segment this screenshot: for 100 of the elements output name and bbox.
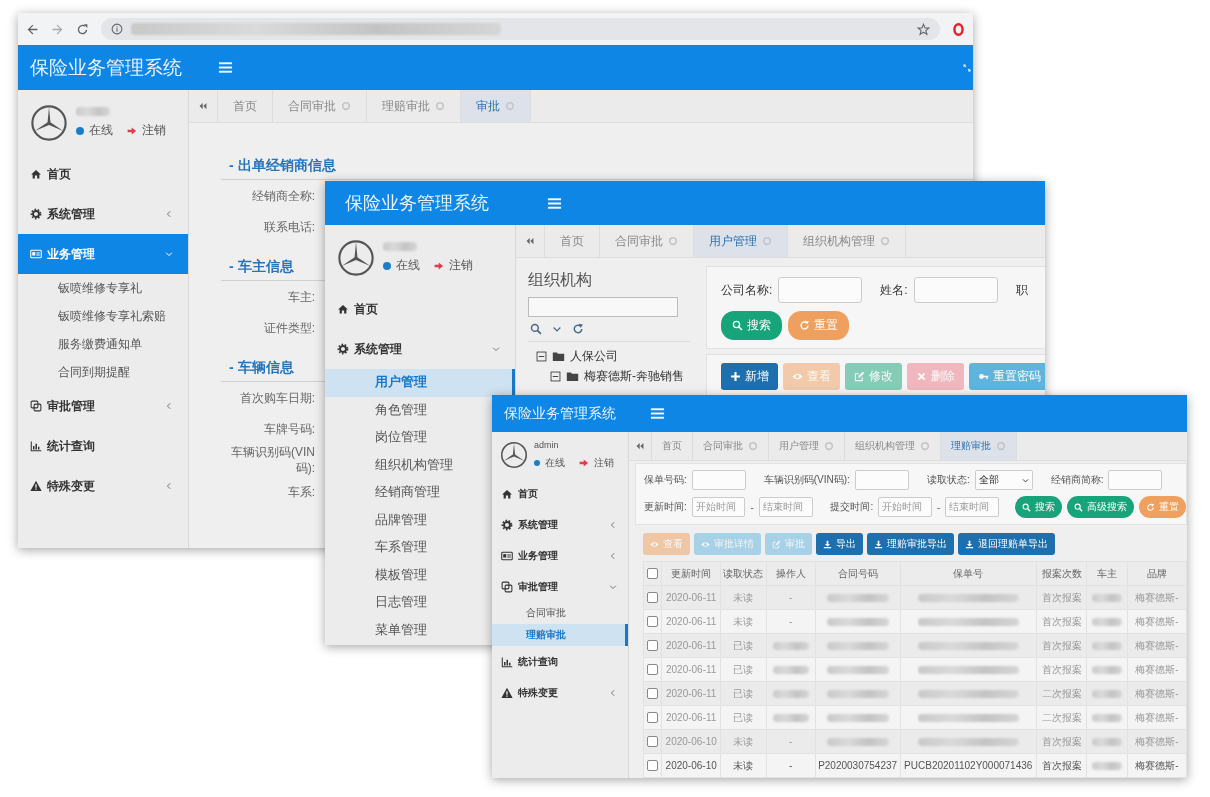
back-button[interactable] xyxy=(26,22,39,36)
checkbox[interactable] xyxy=(647,592,659,604)
tab[interactable]: 审批 xyxy=(461,90,531,122)
action-button[interactable]: 理赔审批导出 xyxy=(867,533,954,555)
sidebar-item[interactable]: 业务管理 xyxy=(492,540,628,571)
input-field[interactable] xyxy=(1108,470,1163,490)
sidebar-subitem[interactable]: 合同到期提醒 xyxy=(18,358,130,386)
tab[interactable]: 首页 xyxy=(652,432,693,460)
sidebar-item[interactable]: 系统管理 xyxy=(18,194,188,234)
column-header[interactable]: 保单号 xyxy=(900,561,1037,586)
column-header[interactable]: 读取状态 xyxy=(720,561,767,586)
tree-search-field[interactable] xyxy=(528,297,678,317)
checkbox[interactable] xyxy=(647,760,659,772)
checkbox[interactable] xyxy=(647,640,659,652)
action-button[interactable]: 搜索 xyxy=(721,311,782,340)
close-tab-icon[interactable] xyxy=(762,236,772,246)
sidebar-subitem[interactable]: 模板管理 xyxy=(325,561,427,589)
sidebar-subitem[interactable]: 角色管理 xyxy=(325,396,427,424)
forward-button[interactable] xyxy=(51,22,64,36)
folder-icon xyxy=(552,349,565,363)
checkbox[interactable] xyxy=(647,712,659,724)
minus-box-icon[interactable] xyxy=(536,350,547,362)
tab[interactable]: 组织机构管理 xyxy=(788,225,906,257)
sidebar-subitem[interactable]: 岗位管理 xyxy=(325,424,427,452)
close-tab-icon[interactable] xyxy=(880,236,890,246)
checkbox[interactable] xyxy=(647,568,659,580)
select-field[interactable]: 全部 xyxy=(974,470,1033,490)
checkbox[interactable] xyxy=(647,688,659,700)
tab[interactable]: 用户管理 xyxy=(769,432,845,460)
input-field[interactable] xyxy=(691,470,746,490)
bookmark-button[interactable] xyxy=(917,22,930,36)
action-button[interactable]: 导出 xyxy=(816,533,863,555)
column-header[interactable]: 更新时间 xyxy=(661,561,721,586)
close-tab-icon[interactable] xyxy=(435,101,445,111)
sidebar-item[interactable]: 特殊变更 xyxy=(492,677,628,708)
menu-button[interactable] xyxy=(650,406,665,421)
reload-button[interactable] xyxy=(76,22,89,36)
tab[interactable]: 理赔审批 xyxy=(941,432,1017,460)
sidebar-subitem[interactable]: 钣喷维修专享礼索赔 xyxy=(18,302,166,330)
sidebar-item[interactable]: 统计查询 xyxy=(18,426,188,466)
sidebar-subitem[interactable]: 日志管理 xyxy=(325,589,427,617)
close-tab-icon[interactable] xyxy=(505,101,515,111)
sidebar-item[interactable]: 统计查询 xyxy=(492,646,628,677)
sidebar-subitem[interactable]: 用户管理 xyxy=(325,369,515,397)
close-tab-icon[interactable] xyxy=(748,441,758,451)
checkbox[interactable] xyxy=(647,616,659,628)
column-header[interactable]: 操作人 xyxy=(766,561,815,586)
action-button[interactable]: 高级搜索 xyxy=(1067,496,1134,518)
close-tab-icon[interactable] xyxy=(996,441,1006,451)
menu-button[interactable] xyxy=(218,60,233,75)
logout-link[interactable]: 注销 xyxy=(594,456,614,470)
tree-node[interactable]: 梅赛德斯-奔驰销售 xyxy=(584,367,684,385)
logout-link[interactable]: 注销 xyxy=(449,257,473,275)
input-field[interactable] xyxy=(913,277,998,303)
checkbox[interactable] xyxy=(647,736,659,748)
column-header[interactable]: 合同号码 xyxy=(815,561,901,586)
sidebar-subitem[interactable]: 合同审批 xyxy=(492,602,566,624)
sidebar-subitem[interactable]: 组织机构管理 xyxy=(325,451,453,479)
column-header[interactable]: 品牌 xyxy=(1127,561,1187,586)
column-header[interactable]: 报案次数 xyxy=(1036,561,1087,586)
date-field[interactable]: 开始时间 xyxy=(691,497,746,517)
tab[interactable]: 合同审批 xyxy=(693,432,769,460)
close-tab-icon[interactable] xyxy=(668,236,678,246)
redacted-text xyxy=(1092,762,1123,771)
sidebar-item[interactable]: 首页 xyxy=(18,154,188,194)
sidebar-subitem[interactable]: 钣喷维修专享礼 xyxy=(18,274,142,302)
action-button[interactable]: 新增 xyxy=(721,363,778,390)
logout-link[interactable]: 注销 xyxy=(142,122,166,140)
close-tab-icon[interactable] xyxy=(920,441,930,451)
sidebar-subitem[interactable]: 服务缴费通知单 xyxy=(18,330,142,358)
close-tab-icon[interactable] xyxy=(824,441,834,451)
sidebar-item[interactable]: 系统管理 xyxy=(492,509,628,540)
input-field[interactable] xyxy=(854,470,909,490)
sidebar-item[interactable]: 审批管理 xyxy=(18,386,188,426)
sidebar-item[interactable]: 业务管理 xyxy=(18,234,188,274)
tab[interactable]: 合同审批 xyxy=(273,90,367,122)
sidebar-item[interactable]: 特殊变更 xyxy=(18,466,188,506)
close-tab-icon[interactable] xyxy=(341,101,351,111)
sidebar-subitem[interactable]: 经销商管理 xyxy=(325,479,440,507)
menu-button[interactable] xyxy=(547,195,562,211)
refresh-icon xyxy=(1146,502,1155,512)
sidebar-item[interactable]: 首页 xyxy=(492,478,628,509)
input-field[interactable] xyxy=(778,277,863,303)
sidebar-subitem[interactable]: 品牌管理 xyxy=(325,506,427,534)
sidebar-subitem[interactable]: 车系管理 xyxy=(325,534,427,562)
sidebar-subitem[interactable]: 菜单管理 xyxy=(325,616,427,644)
tab[interactable]: 用户管理 xyxy=(694,225,788,257)
action-button[interactable]: 搜索 xyxy=(1015,496,1062,518)
column-header[interactable]: 车主 xyxy=(1087,561,1128,586)
action-button[interactable]: 退回理赔单导出 xyxy=(958,533,1055,555)
minus-box-icon[interactable] xyxy=(550,370,561,382)
date-field[interactable]: 结束时间 xyxy=(945,497,999,517)
sidebar-item[interactable]: 首页 xyxy=(325,289,515,329)
sidebar-item[interactable]: 审批管理 xyxy=(492,571,628,602)
checkbox[interactable] xyxy=(647,664,659,676)
tab[interactable]: 首页 xyxy=(218,90,273,122)
date-field[interactable]: 开始时间 xyxy=(878,497,932,517)
sidebar-subitem[interactable]: 理赔审批 xyxy=(492,624,628,646)
tab[interactable]: 首页 xyxy=(545,225,600,257)
date-field[interactable]: 结束时间 xyxy=(758,497,813,517)
